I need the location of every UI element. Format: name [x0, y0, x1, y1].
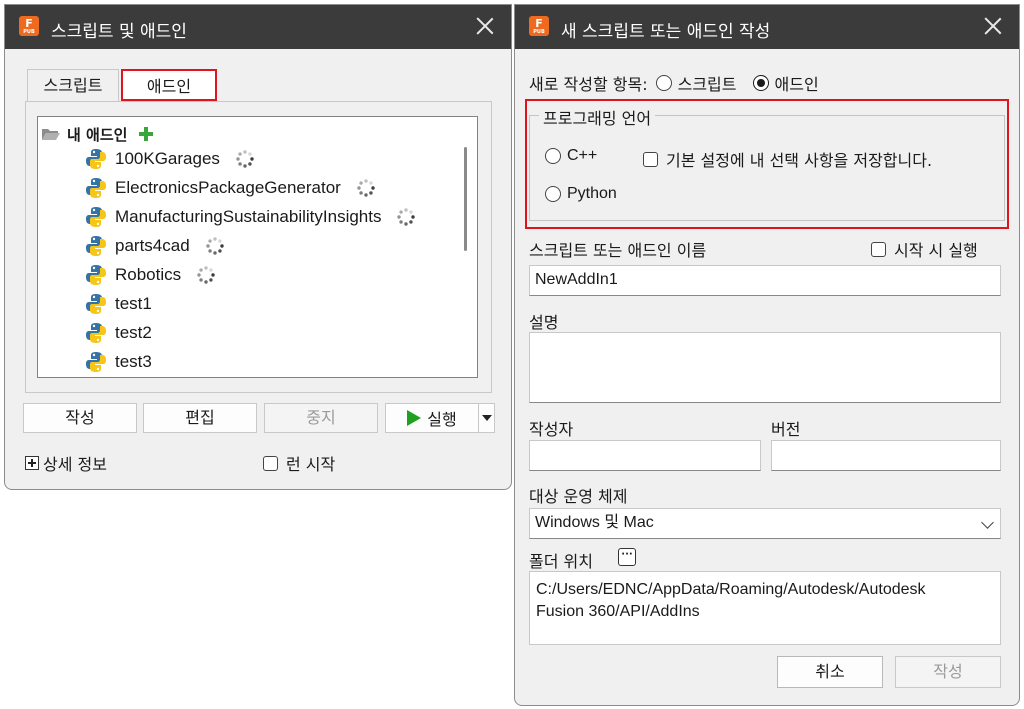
- tree-item-addin[interactable]: ManufacturingSustainabilityInsights: [85, 205, 417, 229]
- python-icon: [85, 351, 107, 373]
- radio-addin-label[interactable]: 애드인: [775, 71, 819, 95]
- radio-script[interactable]: [655, 75, 672, 91]
- run-on-startup-label: 시작 시 실행: [894, 241, 978, 260]
- tree-item-addin[interactable]: Robotics: [85, 263, 217, 287]
- expand-plus-icon: [25, 456, 39, 470]
- version-label: 버전: [771, 420, 801, 439]
- python-icon: [85, 177, 107, 199]
- radio-python-label[interactable]: Python: [567, 185, 617, 203]
- tree-item-label: ManufacturingSustainabilityInsights: [115, 207, 382, 226]
- python-icon: [85, 293, 107, 315]
- radio-addin[interactable]: [752, 75, 769, 91]
- right-titlebar[interactable]: F PUB 새 스크립트 또는 애드인 작성: [515, 5, 1019, 49]
- python-icon: [85, 322, 107, 344]
- tree-item-label: test1: [115, 294, 152, 313]
- loading-spinner-icon: [355, 177, 377, 199]
- fusion-app-icon: F PUB: [529, 16, 549, 36]
- tree-item-label: 100KGarages: [115, 149, 220, 168]
- edit-button[interactable]: 편집: [143, 403, 257, 433]
- run-button-main[interactable]: 실행: [386, 404, 478, 432]
- run-dropdown-chevron-icon[interactable]: [478, 404, 495, 432]
- tree-root-label: 내 애드인: [67, 125, 128, 144]
- tree-item-addin[interactable]: test2: [85, 321, 152, 345]
- tree-item-label: parts4cad: [115, 236, 190, 255]
- radio-cpp[interactable]: [545, 148, 561, 164]
- create-type-label: 새로 작성할 항목:: [529, 75, 648, 94]
- create-button[interactable]: 작성: [895, 656, 1001, 688]
- run-on-startup-checkbox[interactable]: 시작 시 실행: [871, 237, 978, 261]
- folder-path-display: C:/Users/EDNC/AppData/Roaming/Autodesk/A…: [529, 571, 1001, 645]
- tree-item-addin[interactable]: parts4cad: [85, 234, 226, 258]
- close-icon[interactable]: [473, 14, 497, 38]
- python-icon: [85, 206, 107, 228]
- tab-addins[interactable]: 애드인: [121, 69, 217, 101]
- loading-spinner-icon: [395, 206, 417, 228]
- loading-spinner-icon: [234, 148, 256, 170]
- tree-item-addin[interactable]: test3: [85, 350, 152, 374]
- details-label: 상세 정보: [43, 455, 107, 474]
- tree-item-addin[interactable]: ElectronicsPackageGenerator: [85, 176, 377, 200]
- description-label: 설명: [529, 313, 559, 332]
- target-os-value: Windows 및 Mac: [535, 514, 654, 531]
- folder-label: 폴더 위치: [529, 552, 593, 571]
- tree-scrollbar[interactable]: [464, 147, 467, 251]
- cancel-button[interactable]: 취소: [777, 656, 883, 688]
- left-titlebar[interactable]: F PUB 스크립트 및 애드인: [5, 5, 511, 49]
- language-cpp-row[interactable]: C++: [545, 147, 597, 165]
- checkbox-box[interactable]: [263, 455, 278, 471]
- tree-item-addin[interactable]: test1: [85, 292, 152, 316]
- app-icon-sub: PUB: [533, 29, 545, 35]
- details-toggle[interactable]: 상세 정보: [25, 451, 107, 475]
- version-input[interactable]: [771, 440, 1001, 471]
- tree-item-label: Robotics: [115, 265, 182, 284]
- folder-path-line-2: Fusion 360/API/AddIns: [536, 603, 700, 620]
- right-window-title: 새 스크립트 또는 애드인 작성: [561, 22, 771, 42]
- fusion-app-icon: F PUB: [19, 16, 39, 36]
- author-input[interactable]: [529, 440, 761, 471]
- app-icon-sub: PUB: [23, 29, 35, 35]
- radio-script-label[interactable]: 스크립트: [678, 71, 737, 95]
- target-os-select[interactable]: Windows 및 Mac: [529, 508, 1001, 539]
- python-icon: [85, 264, 107, 286]
- target-os-label: 대상 운영 체제: [529, 487, 628, 506]
- name-input[interactable]: NewAddIn1: [529, 265, 1001, 296]
- tree-item-label: test3: [115, 352, 152, 371]
- radio-python[interactable]: [545, 186, 561, 202]
- new-script-addin-window: F PUB 새 스크립트 또는 애드인 작성 새로 작성할 항목: 스크립트 애…: [514, 4, 1020, 706]
- save-preference-label: 기본 설정에 내 선택 사항을 저장합니다.: [666, 151, 933, 170]
- scripts-addins-window: F PUB 스크립트 및 애드인 스크립트 애드인 내 애드인 작성 편집 중지…: [4, 4, 512, 490]
- chevron-down-icon: [981, 516, 994, 529]
- name-label: 스크립트 또는 애드인 이름: [529, 241, 707, 260]
- loading-spinner-icon: [204, 235, 226, 257]
- language-python-row[interactable]: Python: [545, 185, 617, 203]
- checkbox-box[interactable]: [643, 151, 658, 167]
- run-on-startup-checkbox[interactable]: 런 시작: [263, 451, 335, 475]
- radio-cpp-label[interactable]: C++: [567, 147, 597, 165]
- tree-root-my-addins[interactable]: 내 애드인: [41, 123, 154, 145]
- tree-item-addin[interactable]: 100KGarages: [85, 147, 256, 171]
- browse-folder-button[interactable]: ···: [618, 548, 636, 566]
- left-window-title: 스크립트 및 애드인: [51, 22, 187, 42]
- stop-button[interactable]: 중지: [264, 403, 378, 433]
- loading-spinner-icon: [195, 264, 217, 286]
- checkbox-box[interactable]: [871, 241, 886, 257]
- create-type-row: 새로 작성할 항목: 스크립트 애드인: [529, 71, 819, 95]
- tab-scripts[interactable]: 스크립트: [27, 69, 119, 101]
- folder-path-line-1: C:/Users/EDNC/AppData/Roaming/Autodesk/A…: [536, 581, 926, 598]
- create-button[interactable]: 작성: [23, 403, 137, 433]
- run-on-startup-label: 런 시작: [286, 455, 336, 474]
- save-preference-checkbox[interactable]: 기본 설정에 내 선택 사항을 저장합니다.: [643, 147, 932, 171]
- run-button[interactable]: 실행: [385, 403, 495, 433]
- play-icon: [407, 410, 422, 426]
- description-input[interactable]: [529, 332, 1001, 403]
- python-icon: [85, 235, 107, 257]
- tree-item-label: test2: [115, 323, 152, 342]
- add-addin-icon[interactable]: [139, 127, 154, 141]
- run-label: 실행: [427, 410, 457, 429]
- close-icon[interactable]: [981, 14, 1005, 38]
- author-label: 작성자: [529, 420, 574, 439]
- folder-open-icon: [42, 129, 60, 140]
- tree-item-label: ElectronicsPackageGenerator: [115, 178, 341, 197]
- python-icon: [85, 148, 107, 170]
